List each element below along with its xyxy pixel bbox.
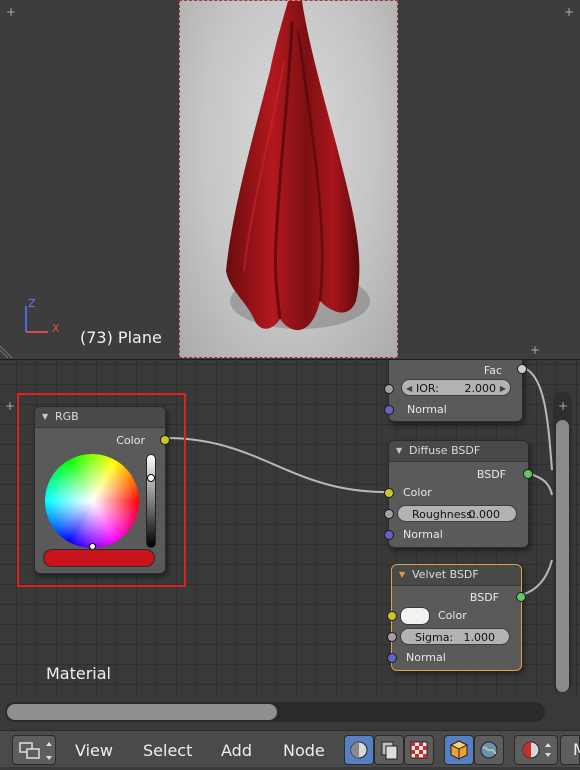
material-name-field[interactable]: M (560, 735, 580, 765)
color-label: Color (438, 609, 467, 622)
fac-output-label: Fac (483, 364, 502, 377)
menu-select[interactable]: Select (143, 741, 192, 760)
rgb-output-label: Color (116, 434, 145, 447)
world-shader-button[interactable] (474, 735, 504, 765)
roughness-label: Roughness: (412, 508, 476, 521)
sigma-field[interactable]: Sigma: 1.000 (400, 628, 510, 645)
texture-tree-button[interactable] (404, 735, 434, 765)
horizontal-scrollbar[interactable] (5, 702, 545, 722)
area-split-plus-icon[interactable]: + (4, 400, 16, 412)
area-split-plus-icon[interactable]: + (557, 400, 569, 412)
area-split-plus-icon[interactable]: + (563, 6, 575, 18)
axis-gizmo-icon: Z X (25, 297, 60, 335)
color-input-socket[interactable] (384, 488, 394, 498)
bsdf-output-label: BSDF (469, 591, 499, 604)
rgb-color-output-socket[interactable] (160, 435, 170, 445)
axis-z-label: Z (28, 297, 36, 310)
fac-output-socket[interactable] (517, 364, 527, 374)
editor-type-menu-button[interactable] (12, 735, 56, 765)
normal-input-socket[interactable] (387, 653, 397, 663)
node-editor-type-icon (19, 742, 52, 760)
color-wheel[interactable] (45, 454, 139, 548)
menu-add[interactable]: Add (221, 741, 252, 760)
rgb-node-title: RGB (55, 410, 79, 423)
normal-input-socket[interactable] (384, 405, 394, 415)
world-globe-icon (480, 741, 498, 759)
ior-value: 2.000 (464, 382, 497, 395)
horizontal-scroll-thumb[interactable] (7, 704, 277, 720)
material-label: Material (46, 664, 111, 683)
material-sphere-icon (350, 741, 368, 759)
diffuse-node-header[interactable]: ▼ Diffuse BSDF (389, 441, 528, 462)
red-cloth-render (226, 1, 370, 331)
compositing-tree-button[interactable] (374, 735, 404, 765)
sigma-label: Sigma: (415, 631, 454, 644)
increment-arrow-icon[interactable]: ▶ (500, 380, 506, 397)
roughness-field[interactable]: Roughness: 0.000 (397, 505, 517, 522)
axis-x-label: X (52, 322, 60, 335)
compositing-icon (381, 741, 398, 760)
value-slider-handle[interactable] (147, 474, 155, 482)
top-partial-node[interactable]: Fac ◀ IOR: 2.000 ▶ Normal (384, 360, 527, 422)
velvet-color-swatch[interactable] (400, 607, 430, 625)
ior-field[interactable]: ◀ IOR: 2.000 ▶ (401, 379, 511, 396)
normal-label: Normal (406, 651, 446, 664)
3d-viewport[interactable]: + + + Z X (73) Plane (0, 0, 580, 360)
menu-node[interactable]: Node (283, 741, 325, 760)
diffuse-node-title: Diffuse BSDF (409, 444, 481, 457)
area-split-plus-icon[interactable]: + (5, 6, 17, 18)
frame-object-label: (73) Plane (80, 328, 162, 347)
area-split-plus-icon[interactable]: + (529, 344, 541, 356)
menu-view[interactable]: View (75, 741, 113, 760)
material-sphere-icon (522, 741, 551, 759)
rgb-node-header[interactable]: ▼ RGB (35, 407, 165, 428)
camera-render-preview (179, 0, 398, 358)
node-editor-header: View Select Add Node M (0, 730, 580, 767)
bsdf-output-socket[interactable] (523, 469, 533, 479)
vertical-scroll-thumb[interactable] (556, 420, 569, 692)
velvet-bsdf-node[interactable]: ▼ Velvet BSDF BSDF Color Sigma: 1.000 No… (387, 564, 526, 671)
vertical-scrollbar[interactable]: + (553, 392, 572, 694)
normal-label: Normal (407, 403, 447, 416)
normal-label: Normal (403, 528, 443, 541)
collapse-triangle-icon[interactable]: ▼ (396, 441, 402, 461)
resize-grip-icon[interactable] (0, 346, 16, 358)
material-browse-button[interactable] (514, 735, 558, 765)
sigma-value: 1.000 (463, 631, 496, 644)
roughness-input-socket[interactable] (384, 509, 394, 519)
object-shader-button[interactable] (444, 735, 474, 765)
color-swatch[interactable] (43, 549, 155, 567)
roughness-value: 0.000 (468, 508, 501, 521)
bsdf-output-label: BSDF (476, 468, 506, 481)
ior-input-socket[interactable] (384, 384, 394, 394)
rgb-node[interactable]: ▼ RGB Color (34, 406, 170, 574)
color-label: Color (403, 486, 432, 499)
color-input-socket[interactable] (387, 611, 397, 621)
collapse-triangle-icon[interactable]: ▼ (399, 565, 405, 585)
texture-checker-icon (410, 741, 428, 759)
sigma-input-socket[interactable] (387, 632, 397, 642)
velvet-node-header[interactable]: ▼ Velvet BSDF (392, 565, 521, 586)
shader-tree-button[interactable] (344, 735, 374, 765)
decrement-arrow-icon[interactable]: ◀ (406, 380, 412, 397)
cube-icon (449, 740, 469, 760)
velvet-node-title: Velvet BSDF (412, 568, 479, 581)
ior-label: IOR: (416, 382, 439, 395)
material-name-truncated: M (573, 740, 580, 759)
normal-input-socket[interactable] (384, 530, 394, 540)
node-editor[interactable]: + ▼ RGB Color Fac ◀ IOR: 2.000 ▶ Normal … (0, 360, 580, 694)
value-slider[interactable] (146, 454, 156, 548)
collapse-triangle-icon[interactable]: ▼ (42, 407, 48, 427)
bsdf-output-socket[interactable] (516, 592, 526, 602)
diffuse-bsdf-node[interactable]: ▼ Diffuse BSDF BSDF Color Roughness: 0.0… (384, 440, 533, 548)
